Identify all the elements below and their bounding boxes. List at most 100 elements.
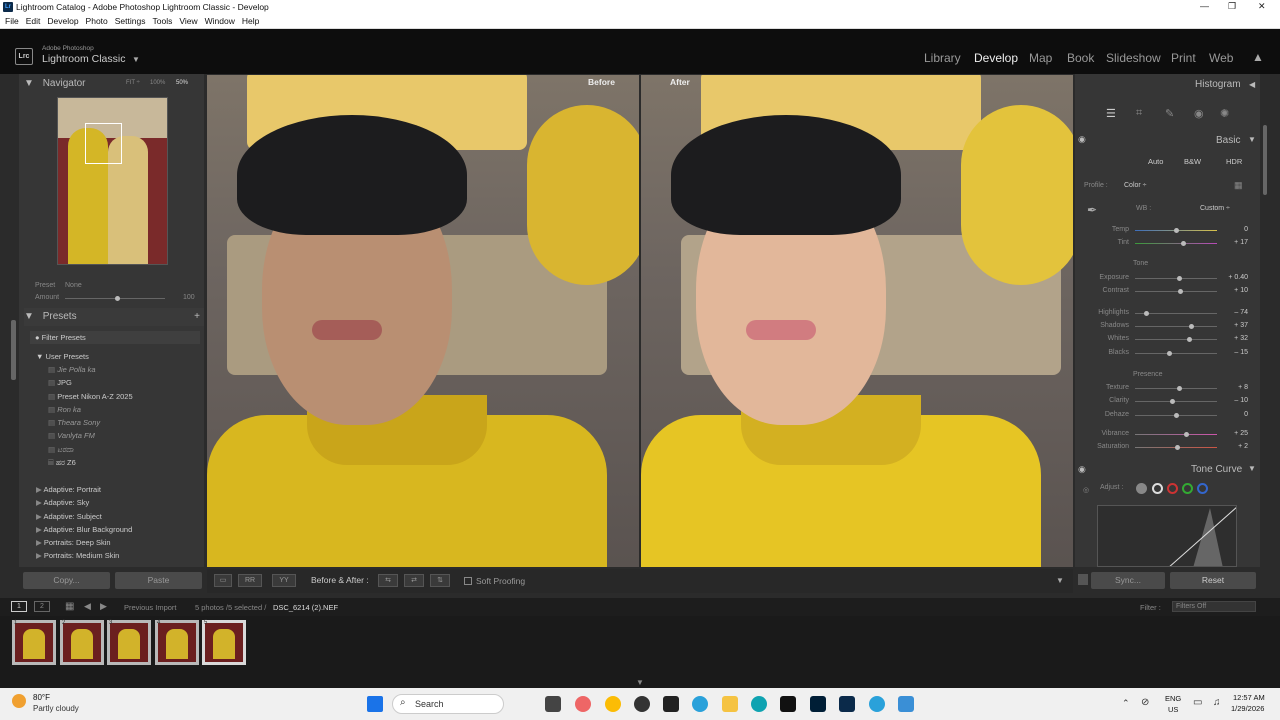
slider-knob[interactable] (1180, 241, 1186, 246)
navigator-viewport-rect[interactable] (85, 123, 122, 164)
add-preset-icon[interactable]: + (194, 308, 200, 326)
slider-value[interactable]: – 10 (1220, 397, 1248, 404)
menu-view[interactable]: View (179, 14, 197, 29)
menu-settings[interactable]: Settings (115, 14, 146, 29)
crop-icon[interactable]: ⌗ (1136, 107, 1142, 120)
loupe-view-icon[interactable]: ▭ (214, 574, 232, 587)
preset-group[interactable]: ▶ Portraits: Deep Skin (36, 536, 196, 549)
display-icon[interactable]: ▭ (1193, 697, 1202, 708)
redeye-icon[interactable]: ◉ (1194, 107, 1204, 120)
collapse-icon[interactable]: ◀ (1249, 80, 1255, 89)
slider-value[interactable]: 0 (1220, 411, 1248, 418)
lang-1[interactable]: ENG (1165, 694, 1181, 703)
chrome-icon[interactable] (605, 696, 621, 712)
preset-item[interactable]: ▤ Ron ka (48, 403, 198, 416)
filmstrip-thumb[interactable] (12, 620, 56, 665)
soft-proofing-checkbox[interactable] (464, 577, 472, 585)
adobe-icon[interactable]: ▲ (1252, 50, 1264, 64)
profile-browser-icon[interactable]: ▦ (1234, 180, 1243, 191)
filename[interactable]: DSC_6214 (2).NEF (273, 603, 338, 612)
parametric-curve-icon[interactable] (1136, 483, 1147, 494)
slider-value[interactable]: + 8 (1220, 384, 1248, 391)
menu-file[interactable]: File (5, 14, 19, 29)
filmstrip-thumb[interactable] (155, 620, 199, 665)
left-panel-toggle[interactable] (11, 320, 16, 380)
file-explorer-icon[interactable] (722, 696, 738, 712)
preset-group[interactable]: ▶ Portraits: Medium Skin (36, 549, 196, 562)
preset-group[interactable]: ▶ Adaptive: Subject (36, 510, 196, 523)
page-1-button[interactable]: 1 (11, 601, 27, 612)
edit-icon[interactable]: ☰ (1106, 107, 1116, 120)
slider-track[interactable] (1135, 401, 1217, 402)
slider-track[interactable] (1135, 388, 1217, 389)
wb-select[interactable]: Custom ÷ (1200, 205, 1230, 212)
app-m-icon[interactable] (780, 696, 796, 712)
red-channel-icon[interactable] (1167, 483, 1178, 494)
user-presets-group[interactable]: ▼ User Presets (36, 350, 89, 363)
slider-knob[interactable] (1174, 413, 1179, 418)
slider-knob[interactable] (1174, 228, 1179, 233)
visibility-icon[interactable]: ◉ (1078, 464, 1086, 475)
close-icon[interactable]: ✕ (1258, 1, 1266, 12)
collapse-icon[interactable]: ▼ (1248, 464, 1256, 473)
preset-group[interactable]: ▶ Adaptive: Sky (36, 496, 196, 509)
module-web[interactable]: Web (1209, 51, 1233, 65)
visibility-icon[interactable]: ◉ (1078, 134, 1086, 145)
slider-track[interactable] (1135, 353, 1217, 354)
slider-track[interactable] (1135, 326, 1217, 327)
navigator-header[interactable]: ▼ Navigator (24, 75, 86, 93)
slider-value[interactable]: + 2 (1220, 443, 1248, 450)
edge-icon[interactable] (751, 696, 767, 712)
menu-help[interactable]: Help (242, 14, 259, 29)
preset-item[interactable]: ▤ ಟರದಾ (48, 443, 198, 456)
filter-presets[interactable]: ● Filter Presets (30, 331, 200, 345)
heal-icon[interactable]: ✎ (1165, 107, 1174, 120)
slider-track[interactable] (1135, 339, 1217, 340)
firefox-icon[interactable] (575, 696, 591, 712)
windows-start-icon[interactable] (367, 696, 383, 712)
slider-track[interactable] (1135, 434, 1217, 435)
navigator-preview[interactable] (57, 97, 168, 265)
before-after-split-icon[interactable]: YY (272, 574, 296, 587)
menu-photo[interactable]: Photo (86, 14, 108, 29)
module-print[interactable]: Print (1171, 51, 1196, 65)
preset-item[interactable]: ▤ ಹರ Z6 (48, 456, 198, 469)
slider-value[interactable]: + 0.40 (1220, 274, 1248, 281)
slider-value[interactable]: + 17 (1220, 239, 1248, 246)
right-scrollbar[interactable] (1263, 125, 1267, 195)
green-channel-icon[interactable] (1182, 483, 1193, 494)
telegram-2-icon[interactable] (869, 696, 885, 712)
tray-overflow-icon[interactable]: ⌃ (1122, 698, 1130, 709)
slider-knob[interactable] (1188, 324, 1194, 329)
copy-after-icon[interactable]: ⇄ (404, 574, 424, 587)
slider-value[interactable]: + 10 (1220, 287, 1248, 294)
preset-item[interactable]: ▤ JPG (48, 376, 198, 389)
app-icon[interactable] (898, 696, 914, 712)
zoom-fit[interactable]: FIT ÷ (126, 80, 140, 86)
identity-dropdown-icon[interactable]: ▼ (132, 55, 140, 64)
presets-header[interactable]: ▼ Presets + (24, 308, 204, 326)
after-photo[interactable] (641, 75, 1073, 567)
copy-button[interactable]: Copy... (23, 572, 110, 589)
sync-button[interactable]: Sync... (1091, 572, 1165, 589)
grid-icon[interactable]: ▦ (65, 601, 74, 612)
network-icon[interactable]: ⊘ (1141, 697, 1149, 708)
weather-icon[interactable] (12, 694, 26, 708)
masking-icon[interactable]: ✺ (1220, 107, 1229, 120)
basic-title[interactable]: Basic (1216, 135, 1240, 146)
before-photo[interactable] (207, 75, 639, 567)
page-2-button[interactable]: 2 (34, 601, 50, 612)
hdr-button[interactable]: HDR (1226, 157, 1242, 166)
tone-curve-title[interactable]: Tone Curve (1191, 464, 1242, 475)
module-library[interactable]: Library (924, 51, 961, 65)
minimize-icon[interactable]: — (1200, 1, 1209, 11)
filmstrip-toggle-icon[interactable]: ▼ (636, 678, 644, 687)
menu-edit[interactable]: Edit (26, 14, 41, 29)
zoom-50[interactable]: 50% (176, 80, 188, 86)
module-slideshow[interactable]: Slideshow (1106, 51, 1161, 65)
module-book[interactable]: Book (1067, 51, 1094, 65)
preset-item[interactable]: ▤ Theara Sony (48, 416, 198, 429)
clock-time[interactable]: 12:57 AM (1233, 693, 1265, 702)
menu-develop[interactable]: Develop (47, 14, 78, 29)
before-after-lr-icon[interactable]: RR (238, 574, 262, 587)
